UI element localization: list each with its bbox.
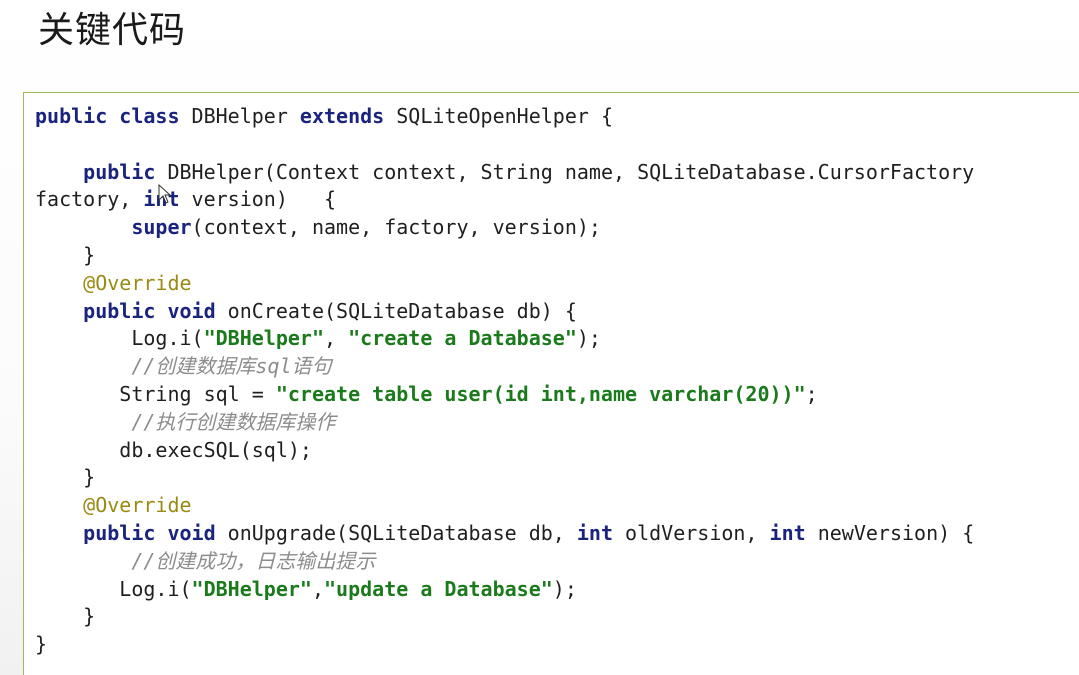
code-token: } (35, 632, 48, 657)
code-token: onCreate(SQLiteDatabase db) { (215, 298, 577, 323)
string-token: "DBHelper" (191, 576, 312, 601)
code-token: version) { (179, 187, 337, 212)
code-line: Log.i("DBHelper", "create a Database"); (35, 325, 974, 353)
mouse-pointer-icon (158, 184, 172, 204)
keyword-token: public class (35, 104, 180, 128)
code-listing: public class DBHelper extends SQLiteOpen… (35, 103, 974, 659)
code-token: DBHelper (179, 104, 300, 128)
code-token: ); (576, 326, 601, 351)
code-line: //创建数据库sql语句 (35, 353, 974, 381)
keyword-token: int (576, 520, 613, 545)
code-line: //创建成功，日志输出提示 (35, 548, 974, 576)
code-line: db.execSQL(sql); (35, 437, 974, 465)
code-line: super(context, name, factory, version); (35, 214, 974, 242)
code-line: @Override (35, 270, 974, 298)
keyword-token: extends (299, 104, 385, 128)
code-token: Log.i( (35, 326, 204, 351)
keyword-token: int (769, 520, 806, 545)
code-line: String sql = "create table user(id int,n… (35, 381, 974, 409)
slide-title: 关键代码 (38, 10, 187, 51)
string-token: "DBHelper" (203, 326, 324, 351)
code-line: Log.i("DBHelper","update a Database"); (35, 576, 974, 604)
string-token: "update a Database" (324, 576, 553, 601)
code-token: (context, name, factory, version); (191, 215, 601, 240)
code-token: ); (552, 576, 577, 601)
code-token: onUpgrade(SQLiteDatabase db, (215, 520, 577, 545)
comment-token: //创建数据库sql语句 (131, 354, 332, 379)
code-token: , (311, 576, 325, 601)
code-line: public void onUpgrade(SQLiteDatabase db,… (35, 520, 974, 548)
annotation-token: @Override (83, 493, 192, 518)
code-token: DBHelper(Context context, String name, S… (155, 159, 975, 184)
code-line: public DBHelper(Context context, String … (35, 159, 974, 187)
code-token: , (324, 326, 349, 351)
code-token: SQLiteOpenHelper { (384, 104, 613, 128)
code-line: } (35, 242, 974, 270)
code-line: public class DBHelper extends SQLiteOpen… (35, 103, 974, 131)
string-token: "create table user(id int,name varchar(2… (275, 381, 806, 406)
code-token: ; (805, 381, 818, 406)
string-token: "create a Database" (348, 326, 577, 351)
code-token: String sql = (35, 381, 276, 406)
code-line: factory, int version) { (35, 186, 974, 214)
code-line: } (35, 603, 974, 631)
code-line: } (35, 631, 974, 659)
code-line: //执行创建数据库操作 (35, 409, 974, 437)
annotation-token: @Override (83, 270, 192, 295)
code-token: newVersion) { (805, 520, 975, 545)
code-token: } (35, 242, 96, 267)
code-line: @Override (35, 492, 974, 520)
code-line: public void onCreate(SQLiteDatabase db) … (35, 298, 974, 326)
keyword-token: public void (83, 298, 216, 323)
code-token: Log.i( (35, 576, 192, 601)
keyword-token: public (83, 159, 156, 184)
code-token: db.execSQL(sql); (35, 437, 312, 462)
code-block: public class DBHelper extends SQLiteOpen… (23, 92, 1079, 675)
keyword-token: super (131, 215, 192, 240)
code-token: factory, (35, 187, 144, 212)
code-token: } (35, 465, 96, 490)
code-line: } (35, 464, 974, 492)
keyword-token: public void (83, 520, 216, 545)
comment-token: //创建成功，日志输出提示 (131, 548, 376, 573)
code-token: oldVersion, (612, 520, 770, 545)
comment-token: //执行创建数据库操作 (131, 409, 336, 434)
code-token: } (35, 604, 96, 629)
